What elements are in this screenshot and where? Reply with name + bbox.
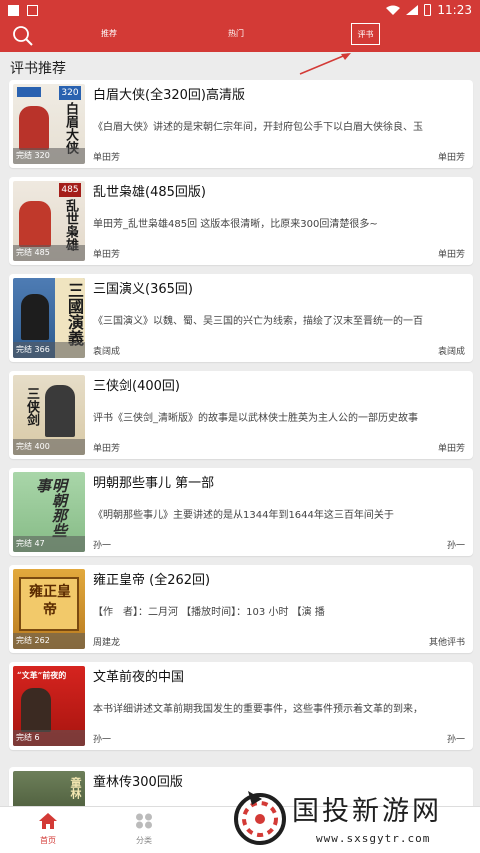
book-cover: “文革”前夜的 完结 6 bbox=[13, 666, 85, 746]
book-title: 白眉大侠(全320回)高清版 bbox=[93, 88, 245, 103]
cover-title: “文革”前夜的 bbox=[17, 670, 67, 680]
book-desc: 《白眉大侠》讲述的是宋朝仁宗年间，开封府包公手下以白眉大侠徐良、玉 bbox=[93, 122, 423, 133]
cover-badge: 完结 47 bbox=[13, 536, 85, 552]
book-title: 童林传300回版 bbox=[93, 775, 183, 790]
book-card[interactable]: “文革”前夜的 完结 6 文革前夜的中国 本书详细讲述文革前期我国发生的重要事件… bbox=[9, 662, 473, 750]
cover-title: 三國演義 bbox=[65, 282, 84, 346]
cover-title: 童林 bbox=[69, 777, 82, 799]
cover-figure bbox=[45, 385, 75, 437]
cover-badge: 完结 400 bbox=[13, 439, 85, 455]
book-source: 孙一 bbox=[446, 541, 465, 551]
cover-title: 白眉大侠 bbox=[63, 102, 78, 154]
status-bar: 11:23 bbox=[0, 0, 480, 20]
wifi-icon bbox=[386, 5, 401, 15]
book-title: 雍正皇帝 (全262回) bbox=[93, 573, 211, 588]
cover-figure bbox=[21, 294, 49, 340]
cover-badge: 完结 262 bbox=[13, 633, 85, 649]
tab-pingshu-label: 评书 bbox=[357, 29, 374, 39]
book-card[interactable]: 320 白眉大侠 完结 320 白眉大侠(全320回)高清版 《白眉大侠》讲述的… bbox=[9, 80, 473, 168]
cover-figure bbox=[19, 106, 49, 150]
cover-figure bbox=[21, 688, 51, 732]
cover-number: 320 bbox=[59, 86, 81, 100]
book-title: 三国演义(365回) bbox=[93, 282, 193, 297]
notification-icon bbox=[8, 4, 19, 16]
tab-pingshu[interactable]: 评书 bbox=[351, 23, 380, 45]
book-card[interactable]: 明朝那些事 完结 47 明朝那些事儿 第一部 《明朝那些事儿》主要讲述的是从13… bbox=[9, 468, 473, 556]
book-desc: 《明朝那些事儿》主要讲述的是从1344年到1644年这三百年间关于 bbox=[93, 510, 394, 521]
book-desc: 本书详细讲述文革前期我国发生的重要事件，这些事件预示着文革的到来， bbox=[93, 704, 423, 715]
book-card[interactable]: 三侠剑 完结 400 三侠剑(400回) 评书《三侠剑_清晰版》的故事是以武林侠… bbox=[9, 371, 473, 459]
book-author: 袁阔成 bbox=[93, 347, 121, 357]
mp3-tag bbox=[17, 87, 41, 97]
cover-title: 雍正皇帝 bbox=[29, 584, 71, 618]
nav-category[interactable]: 分类 bbox=[114, 813, 174, 846]
book-card[interactable]: 三國演義 完结 366 三国演义(365回) 《三国演义》以魏、蜀、吴三国的兴亡… bbox=[9, 274, 473, 362]
cover-figure bbox=[19, 201, 51, 247]
book-author: 孙一 bbox=[93, 735, 112, 745]
book-author: 周建龙 bbox=[93, 638, 121, 648]
app-notification-icon bbox=[27, 4, 38, 16]
nav-category-label: 分类 bbox=[136, 836, 152, 845]
book-cover: 三國演義 完结 366 bbox=[13, 278, 85, 358]
book-author: 单田芳 bbox=[93, 444, 121, 454]
book-desc: 《三国演义》以魏、蜀、吴三国的兴亡为线索，描绘了汉末至晋统一的一百 bbox=[93, 316, 423, 327]
nav-home[interactable]: 首页 bbox=[18, 813, 78, 846]
book-source: 单田芳 bbox=[437, 250, 465, 260]
cover-title: 三侠剑 bbox=[24, 387, 39, 426]
book-title: 文革前夜的中国 bbox=[93, 670, 185, 685]
status-time: 11:23 bbox=[437, 3, 472, 17]
tab-recommend[interactable]: 推荐 bbox=[101, 28, 117, 39]
cover-badge: 完结 366 bbox=[13, 342, 85, 358]
watermark: 国投新游网 www.sxsgytr.com bbox=[226, 783, 480, 853]
nav-home-label: 首页 bbox=[40, 836, 56, 845]
cover-badge: 完结 320 bbox=[13, 148, 85, 164]
book-source: 单田芳 bbox=[437, 153, 465, 163]
book-cover: 485 乱世枭雄 完结 485 bbox=[13, 181, 85, 261]
book-author: 单田芳 bbox=[93, 153, 121, 163]
book-title: 明朝那些事儿 第一部 bbox=[93, 476, 215, 491]
book-cover: 三侠剑 完结 400 bbox=[13, 375, 85, 455]
annotation-arrow-icon bbox=[299, 53, 351, 75]
book-desc: 【作 者】：二月河 【播放时间】：103 小时 【演 播 bbox=[93, 607, 325, 618]
book-desc: 评书《三侠剑_清晰版》的故事是以武林侠士胜英为主人公的一部历史故事 bbox=[93, 413, 418, 424]
app-header: 推荐 热门 评书 bbox=[0, 20, 480, 52]
book-cover: 320 白眉大侠 完结 320 bbox=[13, 84, 85, 164]
book-desc: 单田芳_乱世枭雄485回 这版本很清晰，比原来300回清楚很多~ bbox=[93, 219, 378, 230]
signal-icon bbox=[406, 5, 419, 15]
book-card[interactable]: 雍正皇帝 完结 262 雍正皇帝 (全262回) 【作 者】：二月河 【播放时间… bbox=[9, 565, 473, 653]
cover-badge: 完结 485 bbox=[13, 245, 85, 261]
watermark-logo-icon bbox=[234, 791, 286, 845]
book-author: 单田芳 bbox=[93, 250, 121, 260]
category-icon bbox=[136, 813, 152, 829]
book-author: 孙一 bbox=[93, 541, 112, 551]
book-title: 三侠剑(400回) bbox=[93, 379, 180, 394]
book-cover: 雍正皇帝 完结 262 bbox=[13, 569, 85, 649]
book-source: 单田芳 bbox=[437, 444, 465, 454]
tab-hot[interactable]: 热门 bbox=[228, 28, 244, 39]
book-source: 其他评书 bbox=[428, 638, 465, 648]
book-source: 孙一 bbox=[446, 735, 465, 745]
home-icon bbox=[39, 813, 57, 829]
cover-number: 485 bbox=[59, 183, 81, 197]
watermark-url: www.sxsgytr.com bbox=[316, 832, 431, 845]
battery-icon bbox=[424, 4, 432, 16]
book-source: 袁阔成 bbox=[437, 347, 465, 357]
section-title: 评书推荐 bbox=[10, 61, 66, 77]
cover-badge: 完结 6 bbox=[13, 730, 85, 746]
search-icon[interactable] bbox=[12, 25, 34, 47]
book-cover: 明朝那些事 完结 47 bbox=[13, 472, 85, 552]
cover-title: 乱世枭雄 bbox=[63, 199, 78, 251]
book-card[interactable]: 485 乱世枭雄 完结 485 乱世枭雄(485回版) 单田芳_乱世枭雄485回… bbox=[9, 177, 473, 265]
book-title: 乱世枭雄(485回版) bbox=[93, 185, 206, 200]
watermark-text: 国投新游网 bbox=[292, 796, 442, 827]
